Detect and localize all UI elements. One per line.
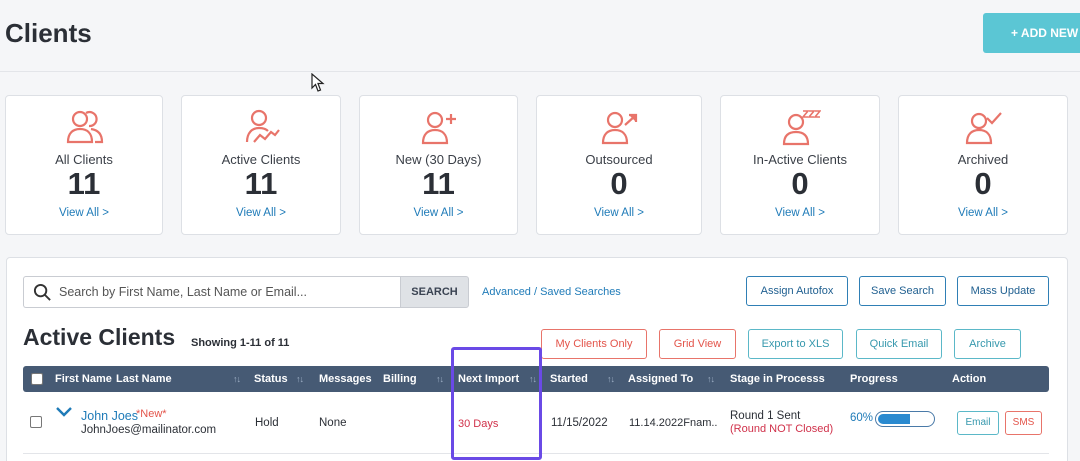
col-billing[interactable]: Billing	[383, 373, 417, 385]
card-outsourced[interactable]: Outsourced 0 View All >	[536, 95, 702, 235]
view-all-link[interactable]: View All >	[721, 207, 879, 219]
assigned-to-cell: 11.14.2022Fnam..	[629, 417, 718, 429]
card-inactive-clients[interactable]: In-Active Clients 0 View All >	[720, 95, 880, 235]
sort-icon[interactable]: ↑↓	[436, 374, 444, 384]
sort-icon[interactable]: ↑↓	[233, 374, 241, 384]
highlight-box	[451, 347, 542, 460]
card-count: 0	[610, 166, 628, 201]
select-all-checkbox[interactable]	[31, 373, 43, 385]
grid-view-button[interactable]: Grid View	[659, 329, 736, 359]
search-button[interactable]: SEARCH	[400, 276, 469, 308]
card-label: All Clients	[55, 152, 113, 167]
card-label: Active Clients	[221, 152, 301, 167]
new-badge: *New*	[136, 408, 167, 420]
client-email: JohnJoes@mailinator.com	[81, 424, 217, 436]
save-search-button[interactable]: Save Search	[859, 276, 946, 306]
export-xls-button[interactable]: Export to XLS	[748, 329, 843, 359]
col-last-name[interactable]: Last Name	[116, 373, 172, 385]
card-count: 0	[974, 166, 992, 201]
card-all-clients[interactable]: All Clients 11 View All >	[5, 95, 163, 235]
card-new-30-days[interactable]: New (30 Days) 11 View All >	[359, 95, 518, 235]
col-first-name[interactable]: First Name	[55, 373, 112, 385]
showing-count: Showing 1-11 of 11	[191, 337, 290, 349]
chevron-down-icon[interactable]	[55, 405, 73, 419]
section-title: Active Clients	[23, 324, 176, 350]
page-header: Clients + ADD NEW L	[0, 0, 1080, 72]
progress-bar	[875, 411, 935, 427]
sms-button[interactable]: SMS	[1005, 411, 1042, 435]
col-status[interactable]: Status	[254, 373, 288, 385]
row-checkbox[interactable]	[30, 416, 42, 428]
card-label: Archived	[957, 152, 1009, 167]
mouse-cursor-icon	[311, 73, 325, 92]
client-name-link[interactable]: John Joes	[81, 409, 138, 423]
add-new-lead-button[interactable]: + ADD NEW L	[983, 13, 1080, 53]
card-active-clients[interactable]: Active Clients 11 View All >	[181, 95, 341, 235]
card-label: In-Active Clients	[753, 152, 847, 167]
mass-update-button[interactable]: Mass Update	[957, 276, 1049, 306]
progress-bar-fill	[878, 414, 911, 424]
card-archived[interactable]: Archived 0 View All >	[898, 95, 1068, 235]
stage-note: (Round NOT Closed)	[730, 423, 834, 435]
started-cell: 11/15/2022	[551, 417, 608, 429]
stage-cell: Round 1 Sent	[730, 410, 801, 422]
search-icon	[33, 283, 51, 301]
user-outsource-icon	[601, 111, 638, 145]
view-all-link[interactable]: View All >	[182, 207, 340, 219]
view-all-link[interactable]: View All >	[537, 207, 701, 219]
col-messages[interactable]: Messages	[319, 373, 372, 385]
email-button[interactable]: Email	[957, 411, 999, 435]
archive-button[interactable]: Archive	[954, 329, 1021, 359]
status-cell: Hold	[255, 417, 279, 429]
card-count: 11	[244, 166, 278, 201]
view-all-link[interactable]: View All >	[360, 207, 517, 219]
user-sleep-icon	[782, 110, 821, 146]
col-assigned-to[interactable]: Assigned To	[628, 373, 693, 385]
col-started[interactable]: Started	[550, 373, 588, 385]
user-plus-icon	[421, 111, 456, 145]
card-label: Outsourced	[585, 152, 653, 167]
card-label: New (30 Days)	[395, 152, 482, 167]
col-progress[interactable]: Progress	[850, 373, 898, 385]
card-count: 0	[791, 166, 809, 201]
sort-icon[interactable]: ↑↓	[607, 374, 615, 384]
user-check-icon	[965, 112, 1002, 145]
col-stage[interactable]: Stage in Processs	[730, 373, 825, 385]
quick-email-button[interactable]: Quick Email	[856, 329, 942, 359]
page-title: Clients	[5, 18, 92, 48]
card-count: 11	[422, 166, 455, 201]
view-all-link[interactable]: View All >	[6, 207, 162, 219]
search-box	[23, 276, 401, 308]
view-all-link[interactable]: View All >	[899, 207, 1067, 219]
sort-icon[interactable]: ↑↓	[707, 374, 715, 384]
assign-autofox-button[interactable]: Assign Autofox	[746, 276, 848, 306]
my-clients-only-button[interactable]: My Clients Only	[541, 329, 647, 359]
user-activity-icon	[245, 109, 280, 143]
users-icon	[66, 110, 104, 144]
advanced-search-link[interactable]: Advanced / Saved Searches	[482, 286, 621, 298]
card-count: 11	[67, 166, 101, 201]
search-input[interactable]	[59, 278, 397, 306]
col-action: Action	[952, 373, 987, 385]
progress-percent: 60%	[850, 412, 874, 424]
messages-cell: None	[319, 417, 347, 429]
sort-icon[interactable]: ↑↓	[296, 374, 304, 384]
